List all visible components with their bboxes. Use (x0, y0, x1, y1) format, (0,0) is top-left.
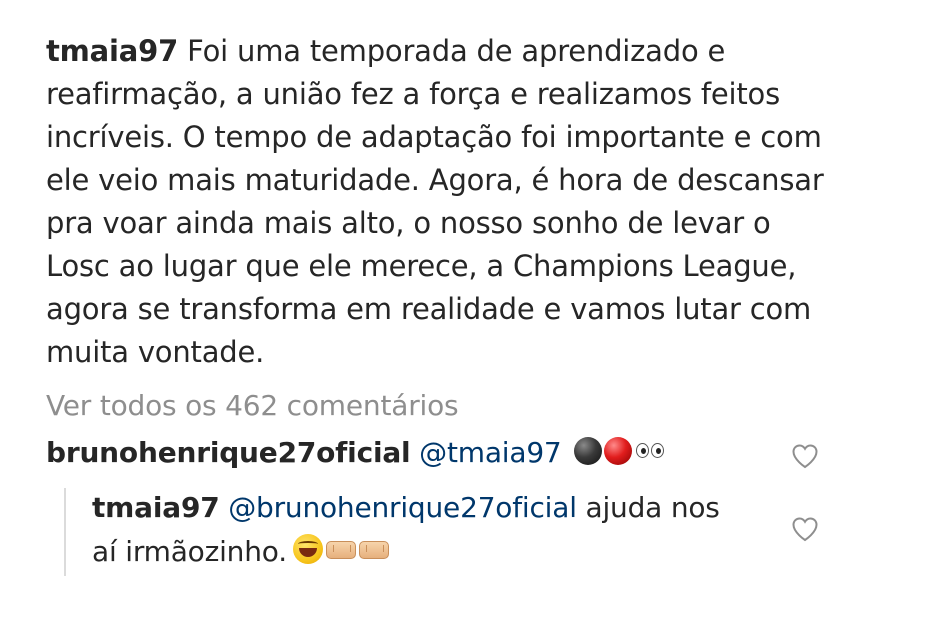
eyes-emoji (636, 443, 666, 459)
reply-comment: tmaia97 @brunohenrique27oficial ajuda no… (92, 486, 772, 574)
comment: brunohenrique27oficial @tmaia97 (46, 432, 786, 474)
comment-author-username[interactable]: brunohenrique27oficial (46, 436, 411, 469)
red-ball-emoji (604, 437, 633, 465)
post-author-username[interactable]: tmaia97 (46, 34, 178, 68)
view-all-comments-link[interactable]: Ver todos os 462 comentários (46, 386, 459, 426)
reply-thread-line (64, 488, 66, 576)
reply-text: ajuda nos (585, 491, 720, 524)
heart-outline-icon (792, 444, 818, 469)
heart-outline-icon (792, 517, 818, 542)
black-ball-emoji (574, 437, 603, 465)
post-caption: tmaia97 Foi uma temporada de aprendizado… (46, 30, 836, 374)
reply-text-line2: aí irmãozinho. (92, 535, 287, 568)
comment-mention[interactable]: @tmaia97 (419, 436, 562, 469)
reply-author-username[interactable]: tmaia97 (92, 491, 220, 524)
post-caption-text: Foi uma temporada de aprendizado e reafi… (46, 34, 824, 369)
rolling-laughing-emoji (292, 534, 323, 564)
reply-like-heart-icon[interactable] (791, 516, 819, 542)
fist-bump-right-emoji (358, 541, 389, 559)
comment-like-heart-icon[interactable] (791, 443, 819, 469)
reply-mention[interactable]: @brunohenrique27oficial (228, 491, 577, 524)
fist-bump-left-emoji (325, 541, 356, 559)
